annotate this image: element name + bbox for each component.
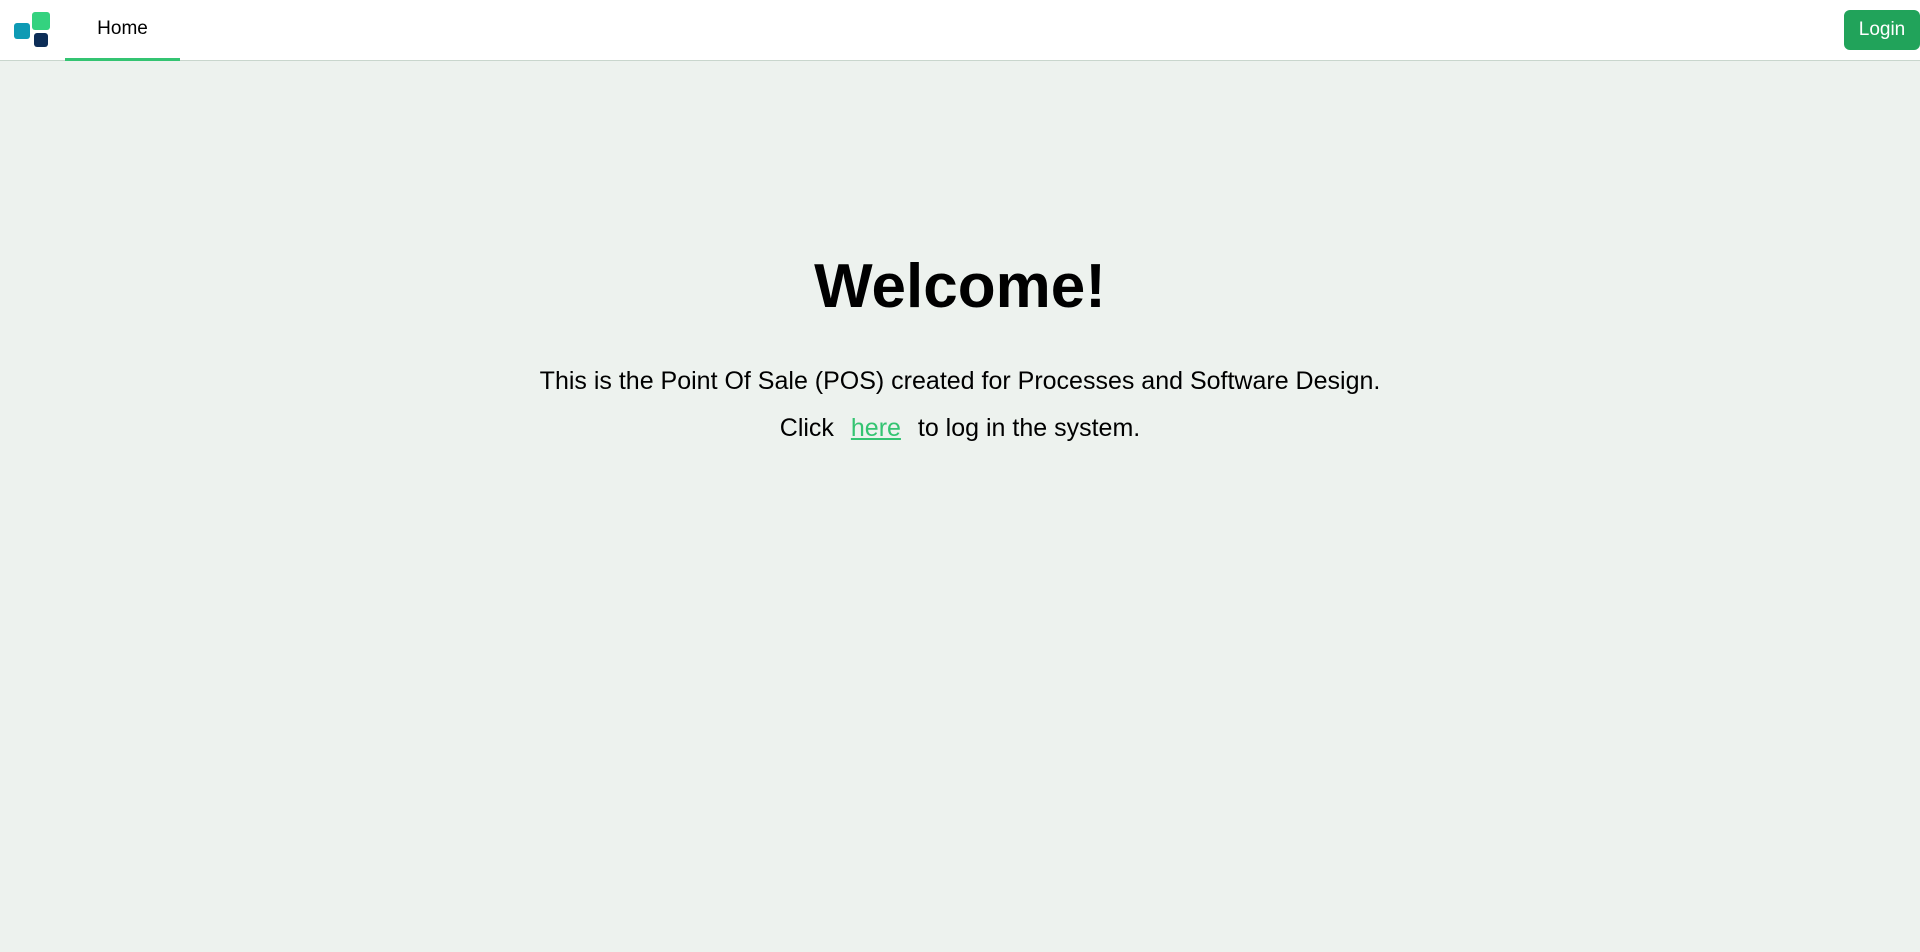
intro-text: This is the Point Of Sale (POS) created …	[539, 367, 1381, 395]
app-logo-icon[interactable]	[14, 12, 52, 50]
tab-home[interactable]: Home	[65, 0, 180, 61]
login-prefix-text: Click	[779, 414, 834, 442]
logo-square-teal	[14, 23, 30, 39]
logo-square-green	[32, 12, 50, 30]
login-suffix-text: to log in the system.	[917, 414, 1141, 442]
login-instructions: Click here to log in the system.	[0, 414, 1920, 443]
tab-home-label: Home	[97, 18, 148, 39]
login-here-link[interactable]: here	[851, 414, 901, 442]
top-navbar: Home Login	[0, 0, 1920, 61]
login-button[interactable]: Login	[1844, 10, 1920, 50]
logo-square-navy	[34, 33, 48, 47]
main-content: Welcome! This is the Point Of Sale (POS)…	[0, 61, 1920, 952]
page-title: Welcome!	[814, 252, 1106, 321]
